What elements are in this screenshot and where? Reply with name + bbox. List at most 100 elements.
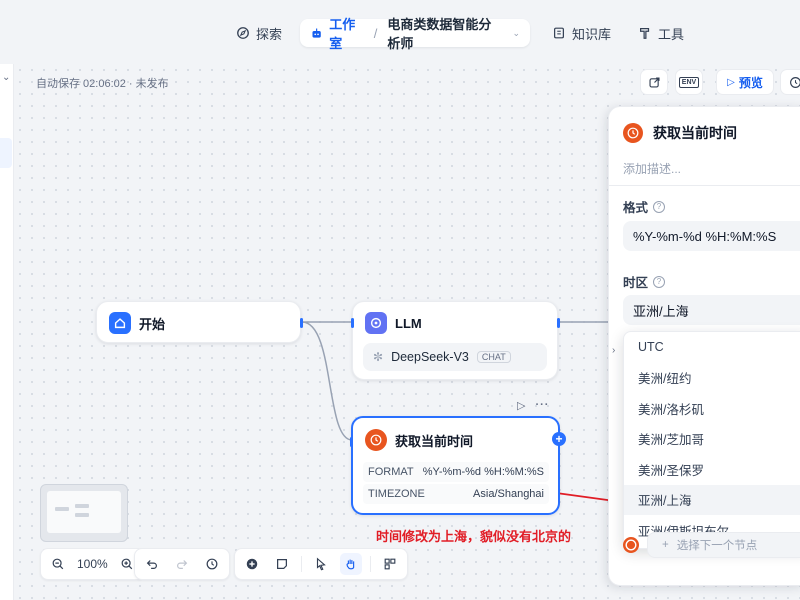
timezone-label-text: 时区 bbox=[623, 276, 649, 290]
add-next-node-icon[interactable]: + bbox=[552, 432, 566, 446]
current-time-node[interactable]: 获取当前时间 FORMAT %Y-%m-%d %H:%M:%S TIMEZONE… bbox=[350, 416, 560, 515]
nav-tools[interactable]: 工具 bbox=[638, 22, 684, 44]
zoom-controls: 100% bbox=[40, 548, 145, 580]
pointer-icon[interactable] bbox=[310, 553, 332, 575]
history-button[interactable] bbox=[780, 69, 800, 95]
format-label: 格式 ? bbox=[623, 197, 666, 216]
start-output-handle[interactable] bbox=[300, 318, 303, 328]
clock-icon bbox=[623, 537, 639, 553]
timezone-select[interactable]: 亚洲/上海 bbox=[623, 295, 800, 325]
timezone-option[interactable]: 美洲/洛杉矶 bbox=[624, 393, 800, 424]
timezone-option[interactable]: 美洲/圣保罗 bbox=[624, 454, 800, 485]
llm-icon bbox=[365, 312, 387, 334]
format-input[interactable] bbox=[623, 221, 800, 251]
minimap[interactable] bbox=[40, 484, 128, 542]
next-node-row: + 选择下一个节点 bbox=[623, 531, 800, 559]
play-icon: ▷ bbox=[727, 76, 735, 88]
add-note-icon[interactable] bbox=[271, 553, 293, 575]
sidebar-selected-item[interactable] bbox=[0, 138, 12, 168]
project-name[interactable]: 电商类数据智能分析师 bbox=[387, 14, 502, 52]
start-node-title: 开始 bbox=[139, 316, 166, 332]
minimap-node bbox=[75, 513, 89, 517]
param-value: Asia/Shanghai bbox=[473, 488, 544, 500]
env-button[interactable]: ENV bbox=[675, 69, 703, 95]
hand-icon[interactable] bbox=[340, 553, 362, 575]
timezone-option[interactable]: 美洲/纽约 bbox=[624, 363, 800, 394]
clock-icon bbox=[365, 429, 387, 451]
organize-layout-icon[interactable] bbox=[379, 553, 401, 575]
panel-title[interactable]: 获取当前时间 bbox=[653, 123, 737, 143]
timezone-option-selected[interactable]: 亚洲/上海 bbox=[624, 484, 800, 515]
chevron-right-icon[interactable]: › bbox=[612, 345, 615, 356]
minimap-node bbox=[75, 504, 89, 508]
nav-studio-label: 工作室 bbox=[329, 17, 356, 51]
hammer-icon bbox=[640, 28, 650, 39]
nav-explore-label: 探索 bbox=[256, 26, 283, 42]
preview-button[interactable]: ▷ 预览 bbox=[716, 69, 774, 95]
deepseek-icon: ✼ bbox=[373, 350, 384, 364]
format-label-text: 格式 bbox=[623, 201, 649, 215]
annotation-text: 时间修改为上海，貌似没有北京的 bbox=[376, 529, 572, 544]
clock-icon bbox=[623, 123, 643, 143]
time-input-handle[interactable] bbox=[350, 437, 353, 447]
param-key: TIMEZONE bbox=[368, 488, 425, 500]
plus-icon: + bbox=[662, 539, 669, 551]
help-icon[interactable]: ? bbox=[653, 200, 666, 213]
undo-icon[interactable] bbox=[141, 553, 163, 575]
autosave-status: 自动保存 02:06:02 · 未发布 bbox=[36, 78, 169, 90]
version-history-icon[interactable] bbox=[201, 553, 223, 575]
zoom-out-icon[interactable] bbox=[47, 553, 69, 575]
help-icon[interactable]: ? bbox=[653, 275, 666, 288]
llm-node-title: LLM bbox=[395, 315, 422, 331]
timezone-option[interactable]: 美洲/芝加哥 bbox=[624, 424, 800, 455]
llm-output-handle[interactable] bbox=[557, 318, 560, 328]
redo-icon[interactable] bbox=[171, 553, 193, 575]
timezone-option[interactable]: UTC bbox=[624, 332, 800, 363]
left-sidebar: ⌄ bbox=[0, 64, 14, 600]
start-node[interactable]: 开始 bbox=[96, 301, 303, 343]
chevron-down-icon[interactable]: ⌄ bbox=[2, 72, 10, 83]
node-quick-actions: ▷ ··· bbox=[517, 396, 549, 414]
llm-input-handle[interactable] bbox=[351, 318, 354, 328]
llm-model-selector[interactable]: ✼ DeepSeek-V3 CHAT bbox=[363, 343, 547, 371]
llm-node[interactable]: LLM ✼ DeepSeek-V3 CHAT bbox=[351, 301, 560, 380]
chevron-down-icon[interactable]: ⌄ bbox=[512, 28, 520, 39]
nav-tools-label: 工具 bbox=[658, 26, 685, 42]
time-node-title: 获取当前时间 bbox=[395, 433, 474, 449]
history-controls bbox=[134, 548, 230, 580]
timezone-label: 时区 ? bbox=[623, 272, 666, 291]
canvas-tools bbox=[234, 548, 408, 580]
minimap-viewport bbox=[47, 491, 121, 533]
compass-icon bbox=[237, 27, 249, 39]
book-icon bbox=[554, 27, 564, 39]
node-properties-panel: 获取当前时间 添加描述... 格式 ? 时区 ? 亚洲/上海 UTC 美洲/纽约… bbox=[608, 106, 800, 586]
robot-icon bbox=[312, 28, 321, 38]
clock-history-icon bbox=[789, 76, 800, 88]
env-icon: ENV bbox=[678, 76, 700, 88]
nav-studio[interactable]: 工作室 / 电商类数据智能分析师 ⌄ bbox=[300, 17, 530, 51]
feature-toggle-button[interactable] bbox=[640, 69, 668, 95]
external-link-icon bbox=[648, 76, 660, 88]
toolbar-divider bbox=[301, 556, 302, 572]
param-key: FORMAT bbox=[368, 466, 414, 478]
add-node-icon[interactable] bbox=[241, 553, 263, 575]
toolbar-divider bbox=[370, 556, 371, 572]
param-row-timezone: TIMEZONE Asia/Shanghai bbox=[363, 484, 549, 504]
param-row-format: FORMAT %Y-%m-%d %H:%M:%S bbox=[363, 462, 549, 482]
home-icon bbox=[109, 312, 131, 334]
nav-knowledge[interactable]: 知识库 bbox=[552, 22, 611, 44]
minimap-node bbox=[55, 507, 69, 511]
llm-model-name: DeepSeek-V3 bbox=[391, 350, 469, 364]
model-mode-badge: CHAT bbox=[476, 351, 511, 363]
nav-explore[interactable]: 探索 bbox=[236, 22, 282, 44]
run-node-icon[interactable]: ▷ bbox=[517, 399, 525, 412]
breadcrumb-separator: / bbox=[373, 25, 378, 41]
more-options-icon[interactable]: ··· bbox=[535, 399, 549, 411]
description-input[interactable]: 添加描述... bbox=[623, 160, 681, 177]
select-next-node-button[interactable]: + 选择下一个节点 bbox=[647, 532, 800, 558]
param-value: %Y-%m-%d %H:%M:%S bbox=[422, 466, 544, 478]
timezone-dropdown: UTC 美洲/纽约 美洲/洛杉矶 美洲/芝加哥 美洲/圣保罗 亚洲/上海 亚洲/… bbox=[623, 331, 800, 549]
next-node-label: 选择下一个节点 bbox=[676, 540, 758, 552]
zoom-level[interactable]: 100% bbox=[77, 557, 108, 571]
top-navigation: 探索 工作室 / 电商类数据智能分析师 ⌄ 知识库 工具 bbox=[0, 0, 800, 64]
